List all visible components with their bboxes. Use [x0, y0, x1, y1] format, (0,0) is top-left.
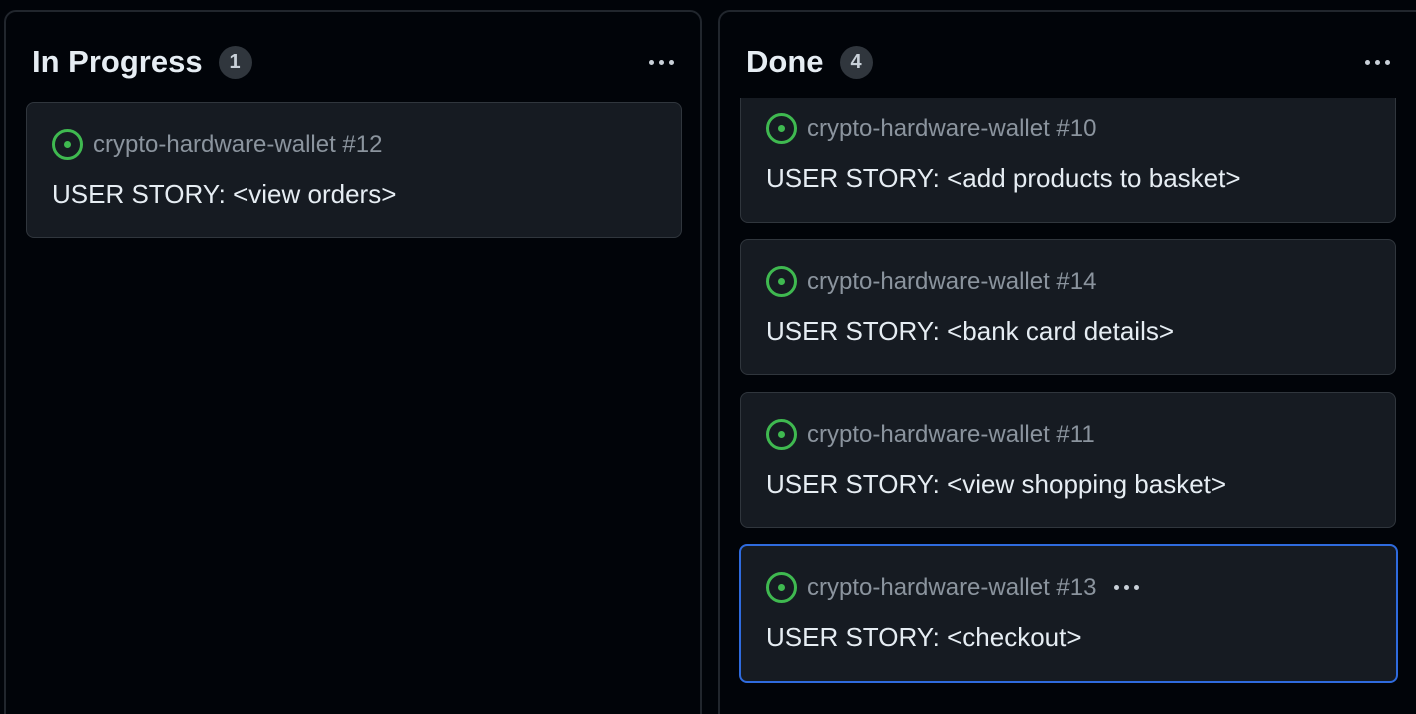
card-title[interactable]: USER STORY: <add products to basket> [766, 163, 1241, 194]
column-header: In Progress 1 [32, 44, 252, 80]
card-title[interactable]: USER STORY: <checkout> [766, 622, 1082, 653]
issue-opened-icon [766, 419, 797, 450]
column-count-badge: 1 [218, 45, 252, 79]
card-repo-link[interactable]: crypto-hardware-wallet #14 [807, 268, 1096, 296]
card-title[interactable]: USER STORY: <view shopping basket> [766, 469, 1226, 500]
issue-card[interactable]: crypto-hardware-wallet #11 USER STORY: <… [740, 392, 1396, 528]
issue-card[interactable]: crypto-hardware-wallet #12 USER STORY: <… [26, 102, 682, 238]
issue-card-selected[interactable]: crypto-hardware-wallet #13 USER STORY: <… [739, 544, 1398, 683]
card-repo-link[interactable]: crypto-hardware-wallet #13 [807, 574, 1096, 602]
column-cards: crypto-hardware-wallet #12 USER STORY: <… [6, 98, 700, 714]
column-title: Done [746, 44, 824, 79]
card-meta: crypto-hardware-wallet #13 [766, 572, 1140, 603]
issue-opened-icon [766, 113, 797, 144]
column-cards: crypto-hardware-wallet #10 USER STORY: <… [720, 98, 1416, 714]
card-meta: crypto-hardware-wallet #12 [52, 129, 382, 160]
project-board: In Progress 1 crypto-hardware-wallet #12… [0, 0, 1416, 714]
issue-card[interactable]: crypto-hardware-wallet #14 USER STORY: <… [740, 239, 1396, 375]
column-menu-icon[interactable] [649, 60, 674, 65]
issue-opened-icon [52, 129, 83, 160]
issue-card[interactable]: crypto-hardware-wallet #10 USER STORY: <… [740, 98, 1396, 223]
card-meta: crypto-hardware-wallet #14 [766, 266, 1096, 297]
card-repo-link[interactable]: crypto-hardware-wallet #10 [807, 115, 1096, 143]
column-count-badge: 4 [839, 45, 873, 79]
card-repo-link[interactable]: crypto-hardware-wallet #11 [807, 421, 1095, 449]
column-in-progress: In Progress 1 crypto-hardware-wallet #12… [4, 10, 702, 714]
column-header: Done 4 [746, 44, 873, 80]
column-title: In Progress [32, 44, 203, 79]
card-title[interactable]: USER STORY: <view orders> [52, 179, 396, 210]
card-meta: crypto-hardware-wallet #11 [766, 419, 1095, 450]
card-meta: crypto-hardware-wallet #10 [766, 113, 1096, 144]
column-done: Done 4 crypto-hardware-wallet #10 USER S… [718, 10, 1416, 714]
card-menu-icon[interactable] [1114, 585, 1140, 590]
card-title[interactable]: USER STORY: <bank card details> [766, 316, 1174, 347]
issue-opened-icon [766, 572, 797, 603]
card-repo-link[interactable]: crypto-hardware-wallet #12 [93, 131, 382, 159]
issue-opened-icon [766, 266, 797, 297]
column-menu-icon[interactable] [1365, 60, 1390, 65]
